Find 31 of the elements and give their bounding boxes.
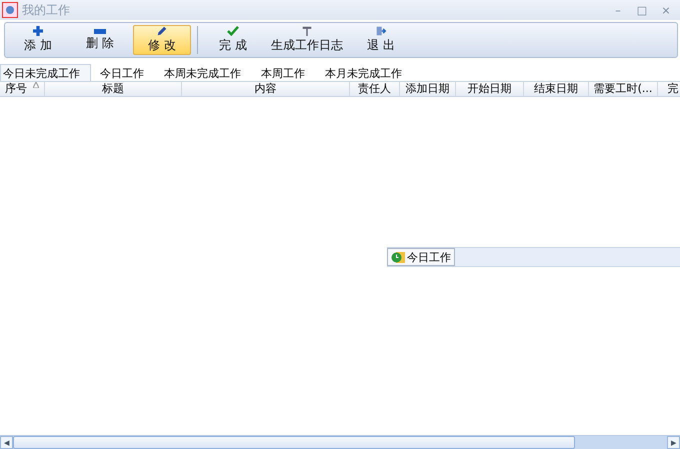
tab[interactable]: 今日工作 xyxy=(97,64,155,81)
column-header[interactable]: 内容 xyxy=(254,82,276,96)
app-icon xyxy=(2,2,18,18)
toolbar-button[interactable]: 退 出 xyxy=(352,25,410,55)
minus-icon xyxy=(94,28,106,34)
toolbar-button[interactable]: 删 除 xyxy=(71,25,129,55)
check-icon xyxy=(226,26,240,36)
tab[interactable]: 本月未完成工作 xyxy=(322,64,413,81)
column-header[interactable]: 需要工时(... xyxy=(594,82,652,96)
column-header[interactable]: 添加日期 xyxy=(406,82,450,96)
tab[interactable]: 本周未完成工作 xyxy=(161,64,252,81)
door-icon xyxy=(374,26,388,36)
clock-icon xyxy=(391,250,405,264)
column-header[interactable]: 序号 xyxy=(5,82,27,96)
toolbar-button[interactable]: 生成工作日志 xyxy=(266,25,348,55)
tab[interactable]: 今日未完成工作 xyxy=(0,64,91,81)
scroll-thumb[interactable] xyxy=(13,436,575,449)
toolbar-button[interactable]: 修 改 xyxy=(133,25,191,55)
column-header[interactable]: 开始日期 xyxy=(468,82,512,96)
column-header[interactable]: 标题 xyxy=(102,82,124,96)
tab[interactable]: 本周工作 xyxy=(258,64,316,81)
column-header[interactable]: 结束日期 xyxy=(534,82,578,96)
toolbar-button[interactable]: 完 成 xyxy=(204,25,262,55)
column-header[interactable]: 责任人 xyxy=(358,82,391,96)
sort-icon xyxy=(33,82,39,88)
panel-tab[interactable]: 今日工作 xyxy=(387,248,455,266)
window-title: 我的工作 xyxy=(22,2,71,18)
plus-icon xyxy=(32,26,44,36)
toolbar-button[interactable]: 添 加 xyxy=(9,25,67,55)
column-header[interactable]: 完 xyxy=(668,82,678,96)
pen-icon xyxy=(155,26,169,36)
